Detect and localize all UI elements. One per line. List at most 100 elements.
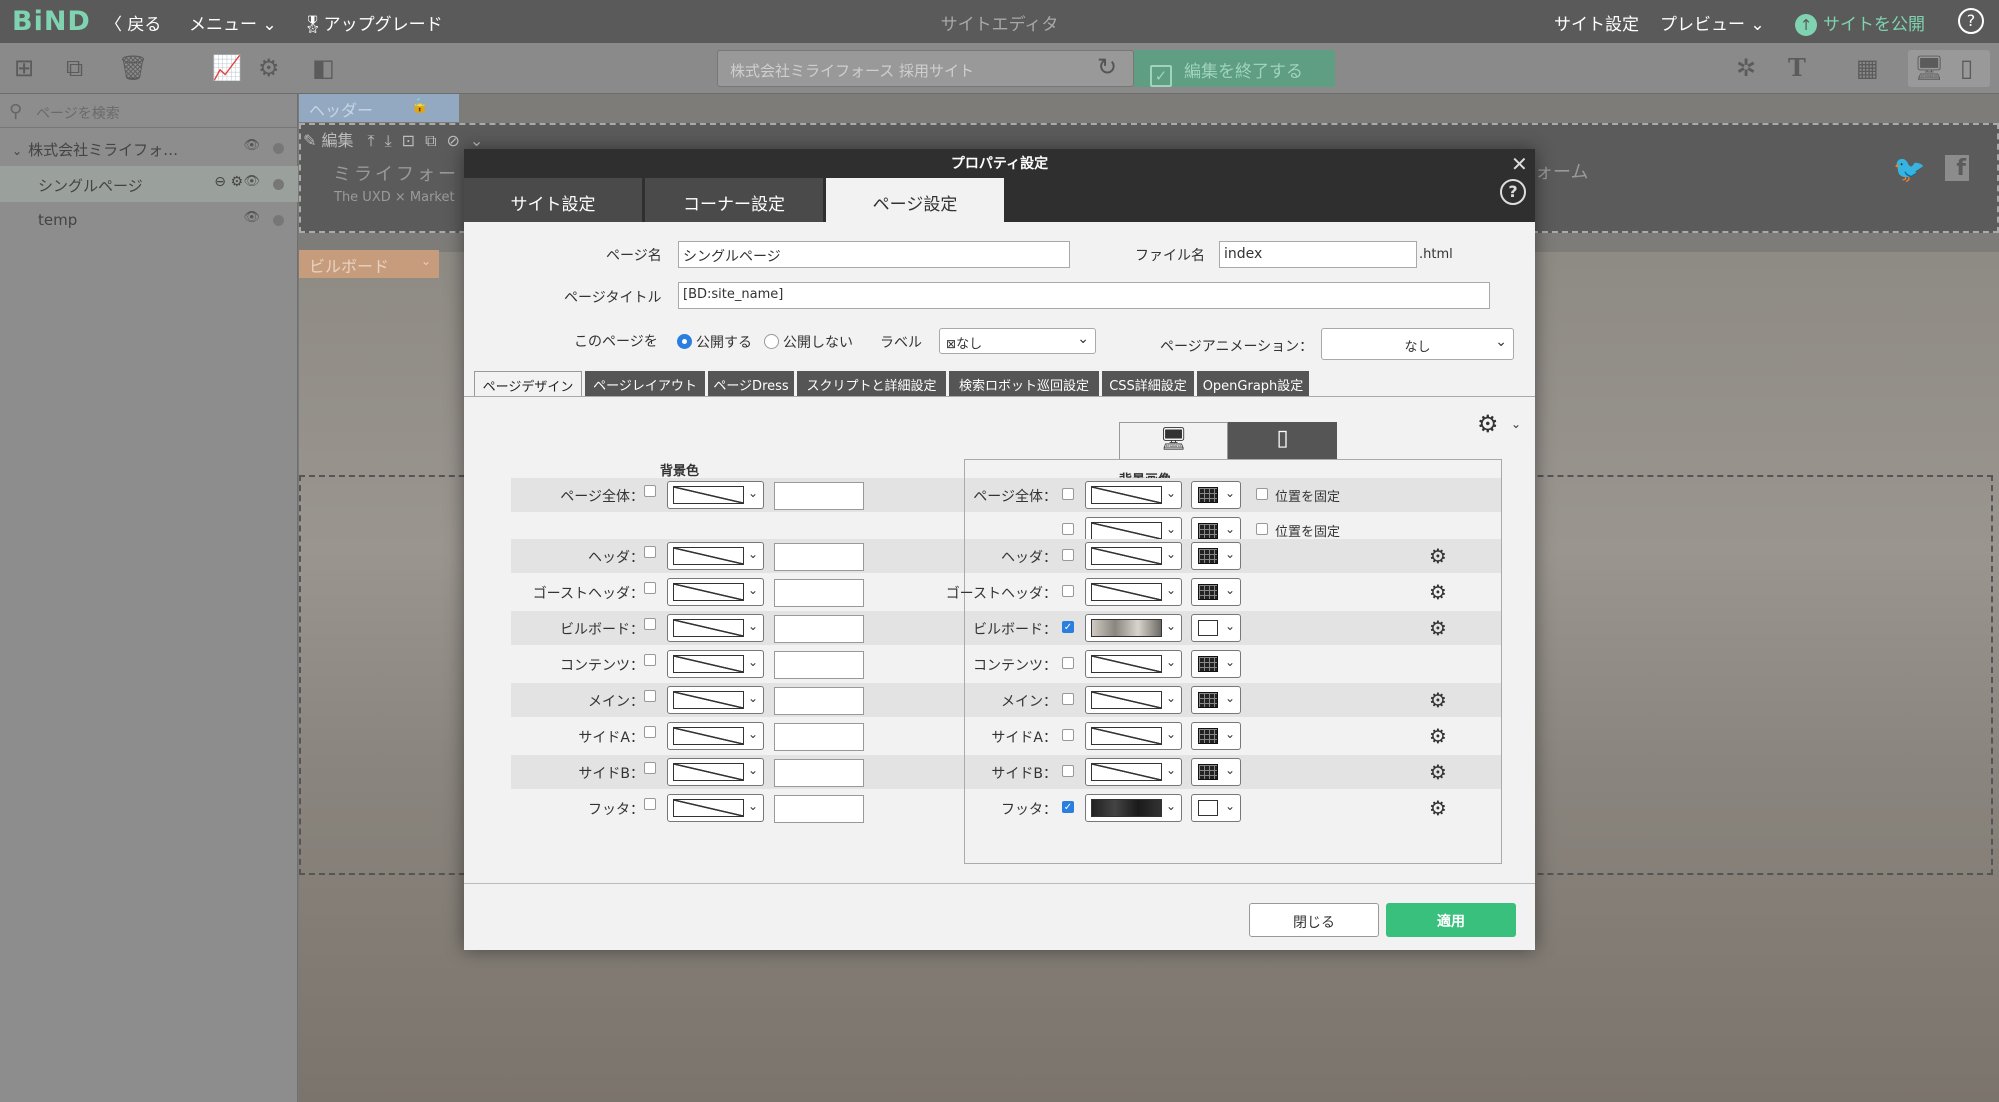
eye-icon[interactable]: 👁 xyxy=(243,210,260,225)
bgimage-select[interactable]: ⌄ xyxy=(1085,686,1182,714)
bgimage-checkbox[interactable] xyxy=(1062,549,1074,561)
bgimage-checkbox[interactable] xyxy=(1062,657,1074,669)
subtab-page-dress[interactable]: ページDress xyxy=(708,371,794,396)
bgimage-gear-icon[interactable]: ⚙ xyxy=(1429,580,1447,604)
fix-position-checkbox[interactable] xyxy=(1256,488,1268,500)
bgimage-gear-icon[interactable]: ⚙ xyxy=(1429,760,1447,784)
bgcolor-checkbox[interactable] xyxy=(644,690,656,702)
repeat-mode-select[interactable]: ⌄ xyxy=(1191,614,1241,642)
bgcolor-swatch-select[interactable]: ⌄ xyxy=(667,614,764,642)
settings-gear-icon[interactable]: ✲ xyxy=(1736,55,1756,81)
repeat-mode-select[interactable]: ⌄ xyxy=(1191,794,1241,822)
mobile-icon[interactable]: ▯ xyxy=(1960,55,1973,81)
text-style-icon[interactable]: T xyxy=(1788,55,1806,81)
reload-icon[interactable]: ↻ xyxy=(1097,53,1117,81)
label-select[interactable]: ⊠なし ⌄ xyxy=(939,328,1096,354)
bgcolor-swatch-select[interactable]: ⌄ xyxy=(667,578,764,606)
design-gear-icon[interactable]: ⚙ xyxy=(1477,410,1499,438)
help-icon[interactable]: ? xyxy=(1958,8,1984,34)
analytics-icon[interactable]: 📈 xyxy=(212,55,242,81)
bgcolor-checkbox[interactable] xyxy=(644,546,656,558)
add-block-icon[interactable]: ⊞ xyxy=(14,55,34,81)
bgimage-gear-icon[interactable]: ⚙ xyxy=(1429,796,1447,820)
bgcolor-value-input[interactable] xyxy=(774,482,864,510)
bgcolor-value-input[interactable] xyxy=(774,795,864,823)
eye-icon[interactable]: 👁 xyxy=(243,138,260,153)
close-icon[interactable]: ✕ xyxy=(1511,152,1528,176)
tab-page-settings[interactable]: ページ設定 xyxy=(826,178,1004,222)
unpublish-radio[interactable] xyxy=(764,334,779,349)
mobile-tab[interactable]: ▯ xyxy=(1228,422,1337,460)
apply-button[interactable]: 適用 xyxy=(1386,903,1516,937)
billboard-block-tab[interactable]: ビルボード ⌄ xyxy=(299,250,439,278)
bgcolor-checkbox[interactable] xyxy=(644,726,656,738)
gear-icon[interactable]: ⚙ xyxy=(230,174,243,190)
bgimage-select[interactable]: ⌄ xyxy=(1085,542,1182,570)
bgimage-checkbox[interactable] xyxy=(1062,729,1074,741)
tab-corner-settings[interactable]: コーナー設定 xyxy=(645,178,823,222)
gear-icon[interactable]: ⚙ xyxy=(258,55,280,81)
bgcolor-swatch-select[interactable]: ⌄ xyxy=(667,722,764,750)
desktop-tab[interactable]: 🖥 xyxy=(1119,422,1228,460)
file-name-input[interactable]: index xyxy=(1219,241,1417,268)
bgimage-select[interactable]: ⌄ xyxy=(1085,481,1182,509)
edit-button[interactable]: 編集 xyxy=(322,131,354,150)
bgcolor-swatch-select[interactable]: ⌄ xyxy=(667,650,764,678)
subtab-page-layout[interactable]: ページレイアウト xyxy=(585,371,705,396)
page-name-input[interactable]: シングルページ xyxy=(678,241,1070,268)
chevron-down-icon[interactable]: ⌄ xyxy=(1511,417,1521,431)
bgcolor-value-input[interactable] xyxy=(774,543,864,571)
repeat-mode-select[interactable]: ⌄ xyxy=(1191,481,1241,509)
eye-icon[interactable]: 👁 xyxy=(243,174,260,189)
tree-item-temp[interactable]: temp 👁 xyxy=(0,202,298,238)
repeat-mode-select[interactable]: ⌄ xyxy=(1191,758,1241,786)
site-settings-button[interactable]: サイト設定 xyxy=(1554,10,1639,35)
bgcolor-checkbox[interactable] xyxy=(644,654,656,666)
bgimage-checkbox[interactable] xyxy=(1062,585,1074,597)
subtab-script[interactable]: スクリプトと詳細設定 xyxy=(797,371,946,396)
tree-item-single-page[interactable]: シングルページ ⊖ ⚙ 👁 xyxy=(0,166,298,202)
page-title-input[interactable]: [BD:site_name] xyxy=(678,282,1490,309)
bgcolor-swatch-select[interactable]: ⌄ xyxy=(667,542,764,570)
layout-icon[interactable]: ▦ xyxy=(1856,55,1879,81)
bgcolor-value-input[interactable] xyxy=(774,687,864,715)
repeat-mode-select[interactable]: ⌄ xyxy=(1191,542,1241,570)
bgimage-select[interactable]: ⌄ xyxy=(1085,578,1182,606)
bgimage-select[interactable]: ⌄ xyxy=(1085,722,1182,750)
bgcolor-checkbox[interactable] xyxy=(644,485,656,497)
desktop-icon[interactable]: 🖥 xyxy=(1914,55,1944,81)
bgimage-gear-icon[interactable]: ⚙ xyxy=(1429,688,1447,712)
site-url-field[interactable]: 株式会社ミライフォース 採用サイト xyxy=(717,50,1134,87)
publish-radio[interactable] xyxy=(677,334,692,349)
tab-site-settings[interactable]: サイト設定 xyxy=(464,178,642,222)
bgcolor-checkbox[interactable] xyxy=(644,618,656,630)
minus-icon[interactable]: ⊖ xyxy=(214,174,226,190)
bgcolor-swatch-select[interactable]: ⌄ xyxy=(667,481,764,509)
header-block-tab[interactable]: ヘッダー 🔒 xyxy=(299,94,459,122)
toolbar-icons[interactable]: ⤒⤓⊡⧉⊘⌄ xyxy=(368,131,494,150)
bgimage-select[interactable]: ⌄ xyxy=(1085,614,1182,642)
bgcolor-checkbox[interactable] xyxy=(644,798,656,810)
subtab-page-design[interactable]: ページデザイン xyxy=(474,371,582,396)
repeat-mode-select[interactable]: ⌄ xyxy=(1191,722,1241,750)
bgcolor-swatch-select[interactable]: ⌄ xyxy=(667,758,764,786)
bgimage-select[interactable]: ⌄ xyxy=(1085,758,1182,786)
bgcolor-checkbox[interactable] xyxy=(644,582,656,594)
preview-button[interactable]: プレビュー ⌄ xyxy=(1660,10,1765,35)
publish-button[interactable]: ↑ サイトを公開 xyxy=(1795,10,1925,36)
page-search-input[interactable]: ⚲ ページを検索 xyxy=(0,94,298,128)
bgimage-select[interactable]: ⌄ xyxy=(1085,794,1182,822)
bgimage-checkbox[interactable] xyxy=(1062,693,1074,705)
bgcolor-swatch-select[interactable]: ⌄ xyxy=(667,686,764,714)
repeat-mode-select[interactable]: ⌄ xyxy=(1191,686,1241,714)
trash-icon[interactable]: 🗑 xyxy=(118,55,148,81)
help-icon[interactable]: ? xyxy=(1500,179,1526,205)
bgimage-select[interactable]: ⌄ xyxy=(1085,650,1182,678)
bgcolor-checkbox[interactable] xyxy=(644,762,656,774)
repeat-mode-select[interactable]: ⌄ xyxy=(1191,578,1241,606)
bgimage-checkbox[interactable]: ✓ xyxy=(1062,801,1074,813)
bgcolor-value-input[interactable] xyxy=(774,759,864,787)
fix-position-checkbox[interactable] xyxy=(1256,523,1268,535)
bgimage-checkbox[interactable] xyxy=(1062,488,1074,500)
bgcolor-value-input[interactable] xyxy=(774,651,864,679)
